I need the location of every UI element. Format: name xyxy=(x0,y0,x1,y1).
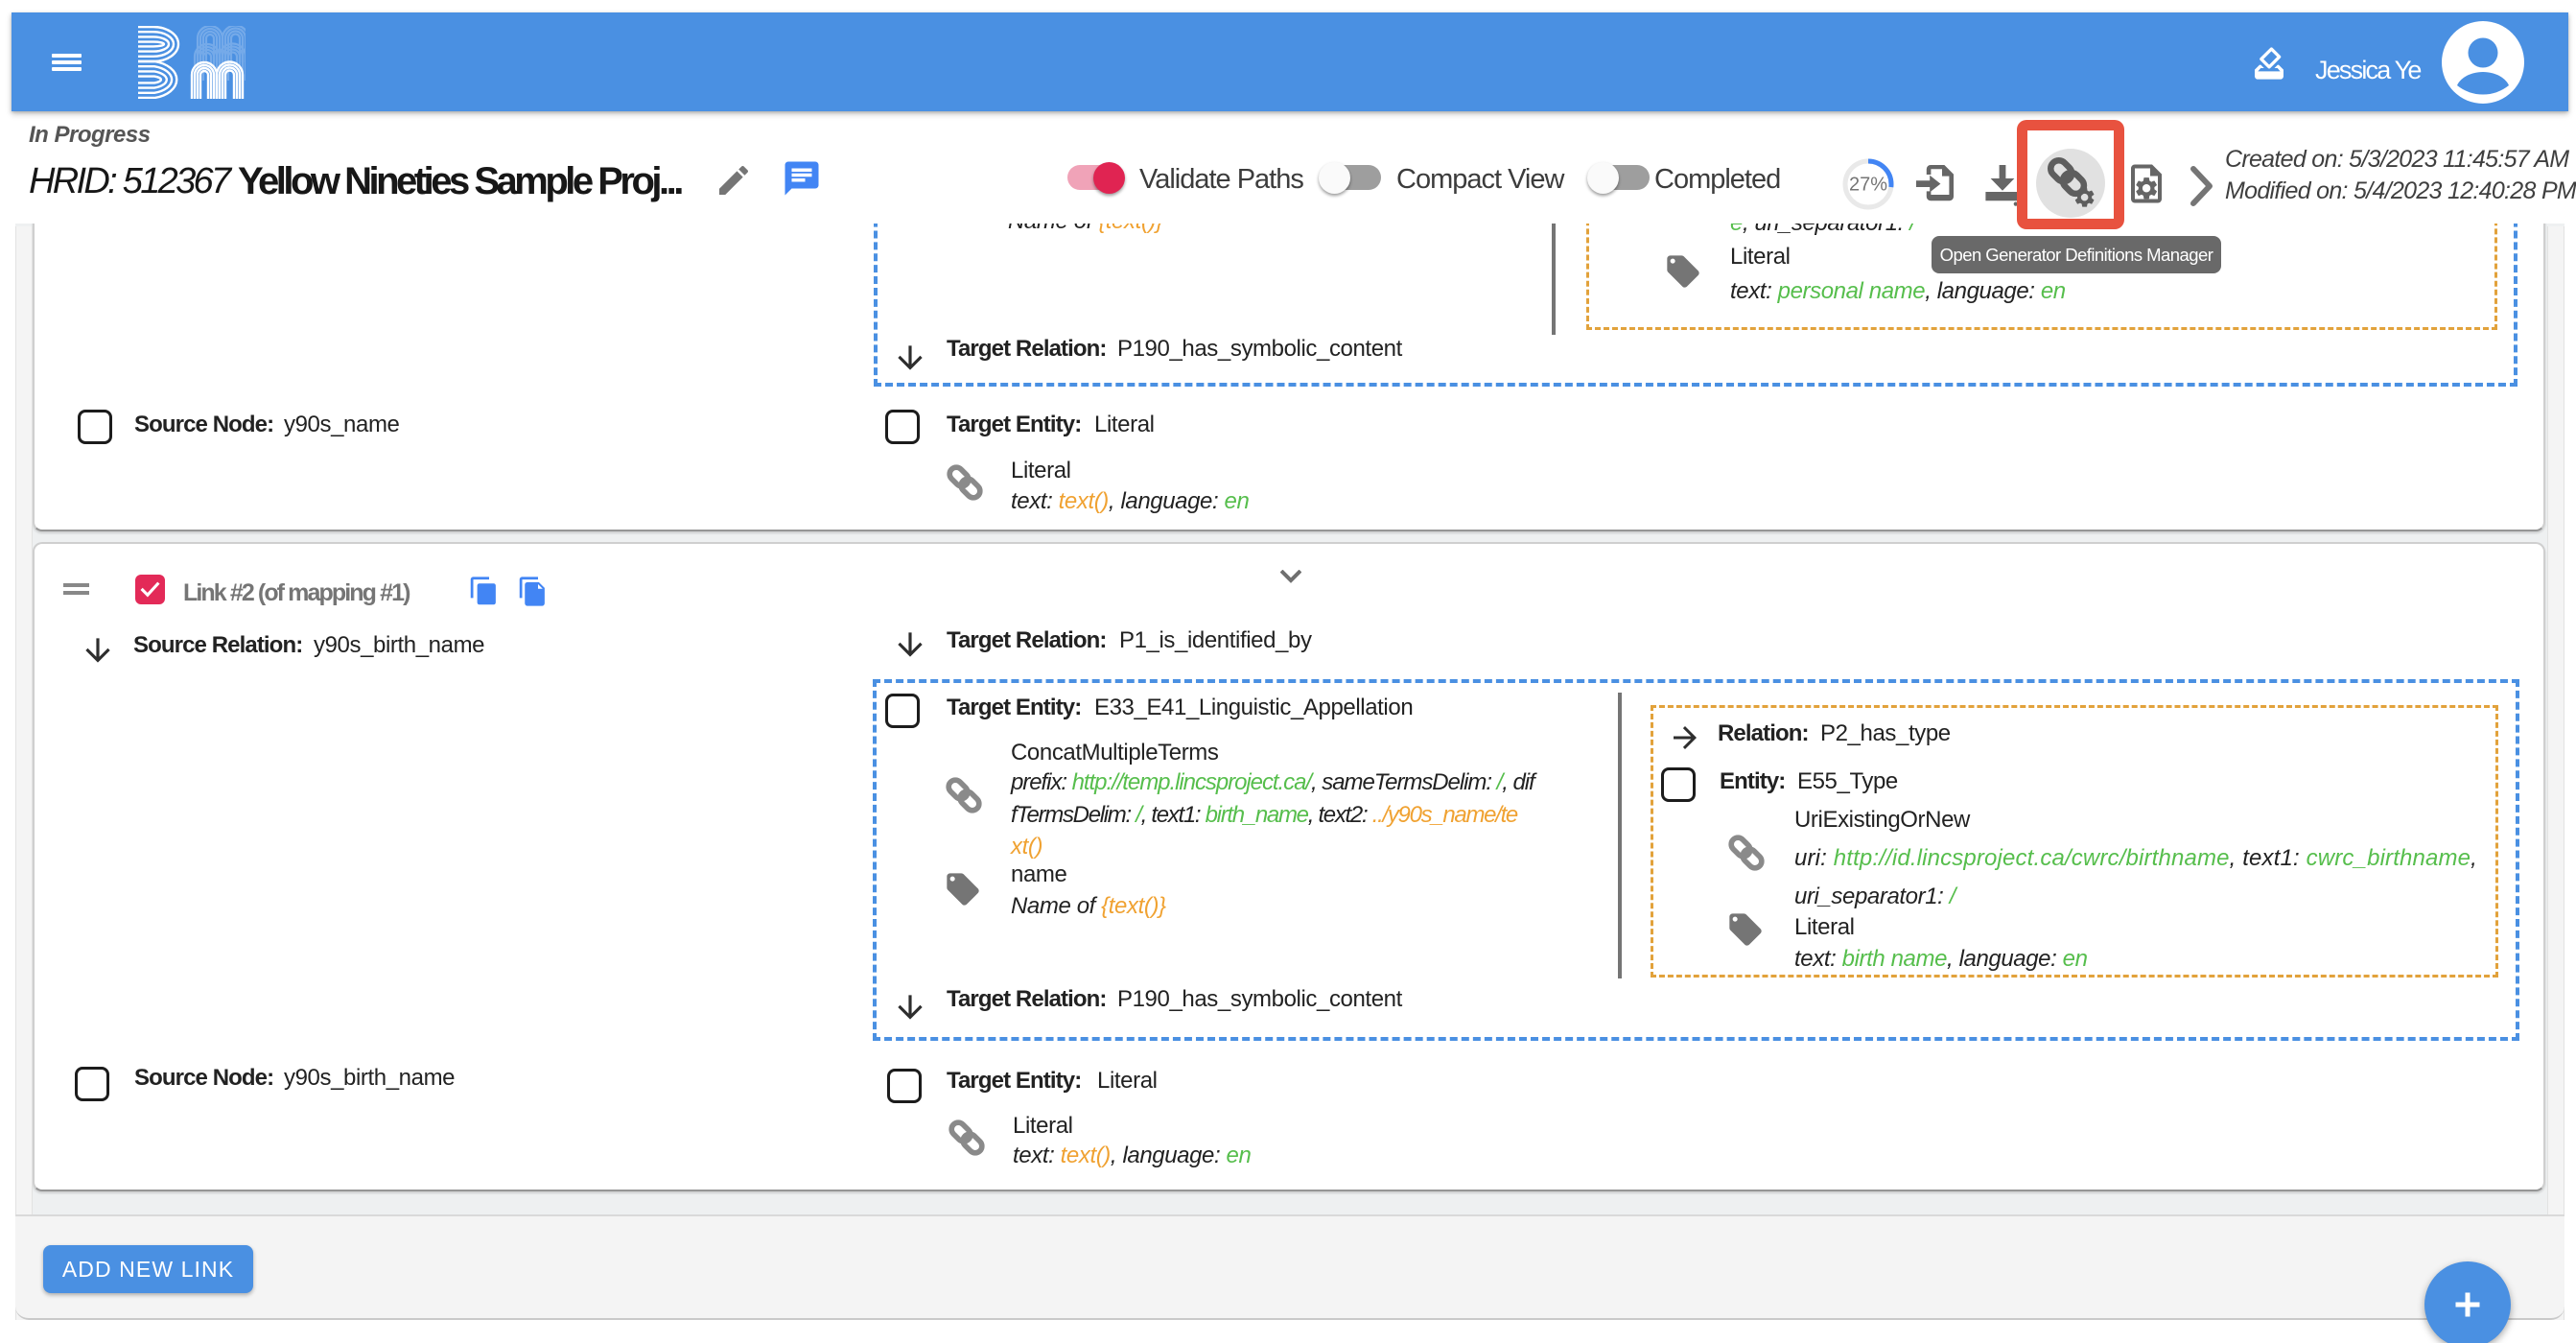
svg-text:27%: 27% xyxy=(1849,175,1887,196)
